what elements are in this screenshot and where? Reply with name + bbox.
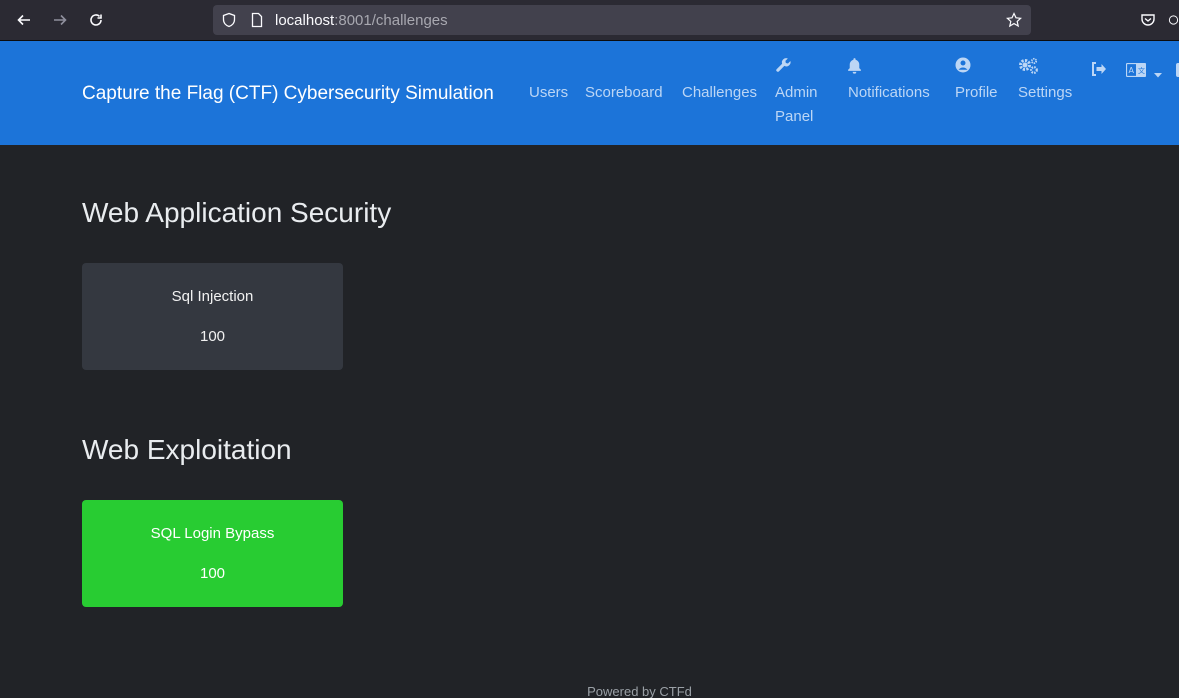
chevron-down-icon (1154, 63, 1163, 87)
nav-settings[interactable]: Settings (1018, 57, 1072, 105)
bell-icon (848, 57, 930, 77)
back-icon[interactable] (12, 8, 36, 32)
user-circle-icon (955, 57, 998, 77)
shield-icon[interactable] (221, 12, 237, 28)
profile-label: Profile (955, 84, 998, 101)
footer: Powered by CTFd (0, 684, 1179, 698)
url-bar[interactable]: localhost:8001/challenges (213, 5, 1031, 35)
forward-icon[interactable] (48, 8, 72, 32)
challenge-name: SQL Login Bypass (150, 525, 275, 542)
page-icon (249, 12, 265, 28)
svg-text:文: 文 (1138, 66, 1145, 75)
svg-text:A: A (1129, 66, 1135, 75)
challenge-value: 100 (199, 328, 226, 345)
settings-label: Settings (1018, 84, 1073, 101)
admin-label-line2: Panel (775, 108, 814, 125)
logout-icon[interactable] (1090, 61, 1107, 85)
url-text[interactable]: localhost:8001/challenges (275, 12, 448, 29)
wrench-icon (775, 57, 818, 77)
nav-scoreboard[interactable]: Scoreboard (585, 81, 663, 105)
challenge-name: Sql Injection (171, 288, 254, 305)
nav-notifications[interactable]: Notifications (848, 57, 930, 105)
site-brand-link[interactable]: Capture the Flag (CTF) Cybersecurity Sim… (82, 83, 494, 105)
nav-profile[interactable]: Profile (955, 57, 998, 105)
category-title: Web Exploitation (82, 434, 292, 465)
notifications-label: Notifications (848, 84, 930, 101)
reload-icon[interactable] (84, 8, 108, 32)
browser-toolbar: localhost:8001/challenges (0, 0, 1179, 41)
cogs-icon (1018, 57, 1072, 77)
language-dropdown[interactable]: A文 (1125, 61, 1163, 87)
nav-users[interactable]: Users (529, 81, 568, 105)
admin-label-line1: Admin (775, 84, 818, 101)
footer-powered-by-link[interactable]: Powered by CTFd (587, 684, 692, 698)
nav-admin-panel[interactable]: Admin Panel (775, 57, 818, 129)
bookmark-star-icon[interactable] (1006, 12, 1022, 28)
challenge-card-solved[interactable]: SQL Login Bypass 100 (82, 500, 343, 607)
challenge-value: 100 (199, 565, 226, 582)
nav-challenges[interactable]: Challenges (682, 81, 757, 105)
pocket-icon[interactable] (1136, 8, 1160, 32)
challenge-card[interactable]: Sql Injection 100 (82, 263, 343, 370)
language-icon: A文 (1125, 61, 1147, 85)
site-navbar: Capture the Flag (CTF) Cybersecurity Sim… (0, 41, 1179, 145)
account-icon[interactable] (1168, 8, 1179, 32)
category-title: Web Application Security (82, 197, 392, 228)
